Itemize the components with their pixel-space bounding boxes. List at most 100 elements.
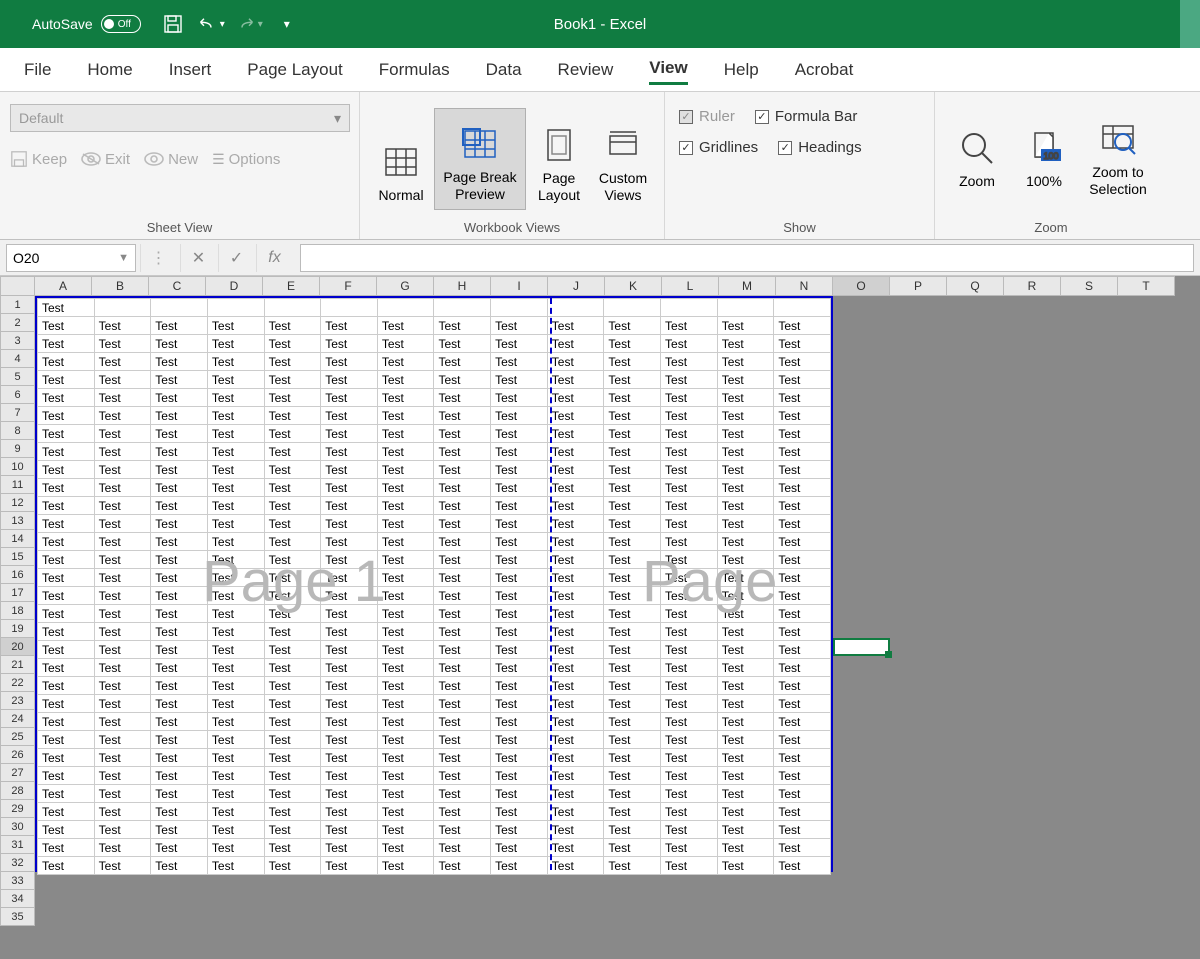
cell[interactable]: Test [38, 551, 95, 569]
cell[interactable]: Test [38, 389, 95, 407]
cell[interactable]: Test [321, 767, 378, 785]
cell[interactable]: Test [491, 353, 548, 371]
cell[interactable]: Test [774, 767, 831, 785]
cell[interactable]: Test [321, 641, 378, 659]
cell[interactable]: Test [207, 641, 264, 659]
cell[interactable] [377, 299, 434, 317]
cell[interactable]: Test [661, 677, 718, 695]
cell[interactable]: Test [491, 677, 548, 695]
cell[interactable]: Test [38, 695, 95, 713]
column-header[interactable]: K [605, 276, 662, 296]
cell[interactable]: Test [377, 461, 434, 479]
cell[interactable]: Test [377, 785, 434, 803]
column-header[interactable]: F [320, 276, 377, 296]
cell[interactable]: Test [547, 713, 604, 731]
cell[interactable]: Test [434, 515, 491, 533]
cell[interactable]: Test [604, 749, 661, 767]
cell[interactable]: Test [491, 461, 548, 479]
row-header[interactable]: 12 [0, 494, 35, 512]
column-header[interactable]: Q [947, 276, 1004, 296]
cell[interactable]: Test [94, 569, 151, 587]
cell[interactable]: Test [321, 605, 378, 623]
cell[interactable]: Test [604, 389, 661, 407]
cell[interactable]: Test [774, 677, 831, 695]
cell[interactable]: Test [207, 587, 264, 605]
cell[interactable]: Test [717, 389, 774, 407]
cell[interactable]: Test [377, 425, 434, 443]
cell[interactable]: Test [151, 461, 208, 479]
cell[interactable]: Test [717, 533, 774, 551]
cell[interactable]: Test [434, 587, 491, 605]
cell[interactable]: Test [264, 839, 321, 857]
cell[interactable]: Test [491, 317, 548, 335]
column-header[interactable]: P [890, 276, 947, 296]
cell[interactable]: Test [94, 533, 151, 551]
cell[interactable]: Test [434, 713, 491, 731]
cell[interactable]: Test [604, 371, 661, 389]
cell[interactable]: Test [38, 479, 95, 497]
row-header[interactable]: 23 [0, 692, 35, 710]
cell[interactable]: Test [321, 353, 378, 371]
cell[interactable]: Test [38, 515, 95, 533]
cell[interactable]: Test [491, 641, 548, 659]
cell[interactable] [207, 299, 264, 317]
cell[interactable]: Test [377, 587, 434, 605]
cell[interactable]: Test [491, 821, 548, 839]
cell[interactable]: Test [717, 317, 774, 335]
cell[interactable]: Test [547, 407, 604, 425]
cell[interactable]: Test [377, 713, 434, 731]
cell[interactable]: Test [604, 497, 661, 515]
cell[interactable]: Test [604, 317, 661, 335]
cell[interactable]: Test [547, 497, 604, 515]
cell[interactable]: Test [717, 335, 774, 353]
cell[interactable]: Test [491, 335, 548, 353]
normal-view-button[interactable]: Normal [370, 108, 432, 210]
cell[interactable]: Test [604, 569, 661, 587]
cell[interactable]: Test [604, 641, 661, 659]
row-header[interactable]: 4 [0, 350, 35, 368]
cell[interactable]: Test [547, 641, 604, 659]
cell[interactable]: Test [434, 569, 491, 587]
column-header[interactable]: B [92, 276, 149, 296]
cell[interactable]: Test [774, 641, 831, 659]
cell[interactable] [717, 299, 774, 317]
cell[interactable]: Test [151, 353, 208, 371]
cell[interactable]: Test [377, 839, 434, 857]
expand-button[interactable]: ⋮ [140, 244, 176, 272]
tab-review[interactable]: Review [558, 56, 614, 84]
cell[interactable]: Test [604, 677, 661, 695]
cell[interactable]: Test [717, 749, 774, 767]
cell[interactable]: Test [321, 425, 378, 443]
cell[interactable]: Test [717, 731, 774, 749]
cell[interactable]: Test [491, 749, 548, 767]
cell[interactable]: Test [94, 443, 151, 461]
cell[interactable]: Test [491, 713, 548, 731]
cell[interactable]: Test [717, 659, 774, 677]
column-header[interactable]: J [548, 276, 605, 296]
cell[interactable]: Test [264, 731, 321, 749]
cell[interactable]: Test [264, 785, 321, 803]
cell[interactable]: Test [774, 695, 831, 713]
cell[interactable]: Test [604, 803, 661, 821]
cell[interactable]: Test [604, 533, 661, 551]
cell[interactable]: Test [321, 659, 378, 677]
cell[interactable]: Test [94, 605, 151, 623]
cell[interactable]: Test [774, 407, 831, 425]
cell[interactable]: Test [491, 533, 548, 551]
cell[interactable]: Test [661, 695, 718, 713]
cell[interactable]: Test [604, 407, 661, 425]
zoom-button[interactable]: Zoom [945, 129, 1009, 190]
cancel-icon[interactable]: ✕ [180, 244, 216, 272]
cell[interactable]: Test [604, 785, 661, 803]
cell[interactable]: Test [321, 533, 378, 551]
cell[interactable]: Test [38, 533, 95, 551]
cell[interactable]: Test [207, 839, 264, 857]
cell[interactable]: Test [604, 551, 661, 569]
cell[interactable]: Test [264, 533, 321, 551]
cell[interactable]: Test [604, 335, 661, 353]
cell[interactable]: Test [661, 749, 718, 767]
cell[interactable]: Test [491, 443, 548, 461]
cell[interactable]: Test [94, 857, 151, 875]
cell[interactable]: Test [207, 353, 264, 371]
cell[interactable]: Test [717, 857, 774, 875]
